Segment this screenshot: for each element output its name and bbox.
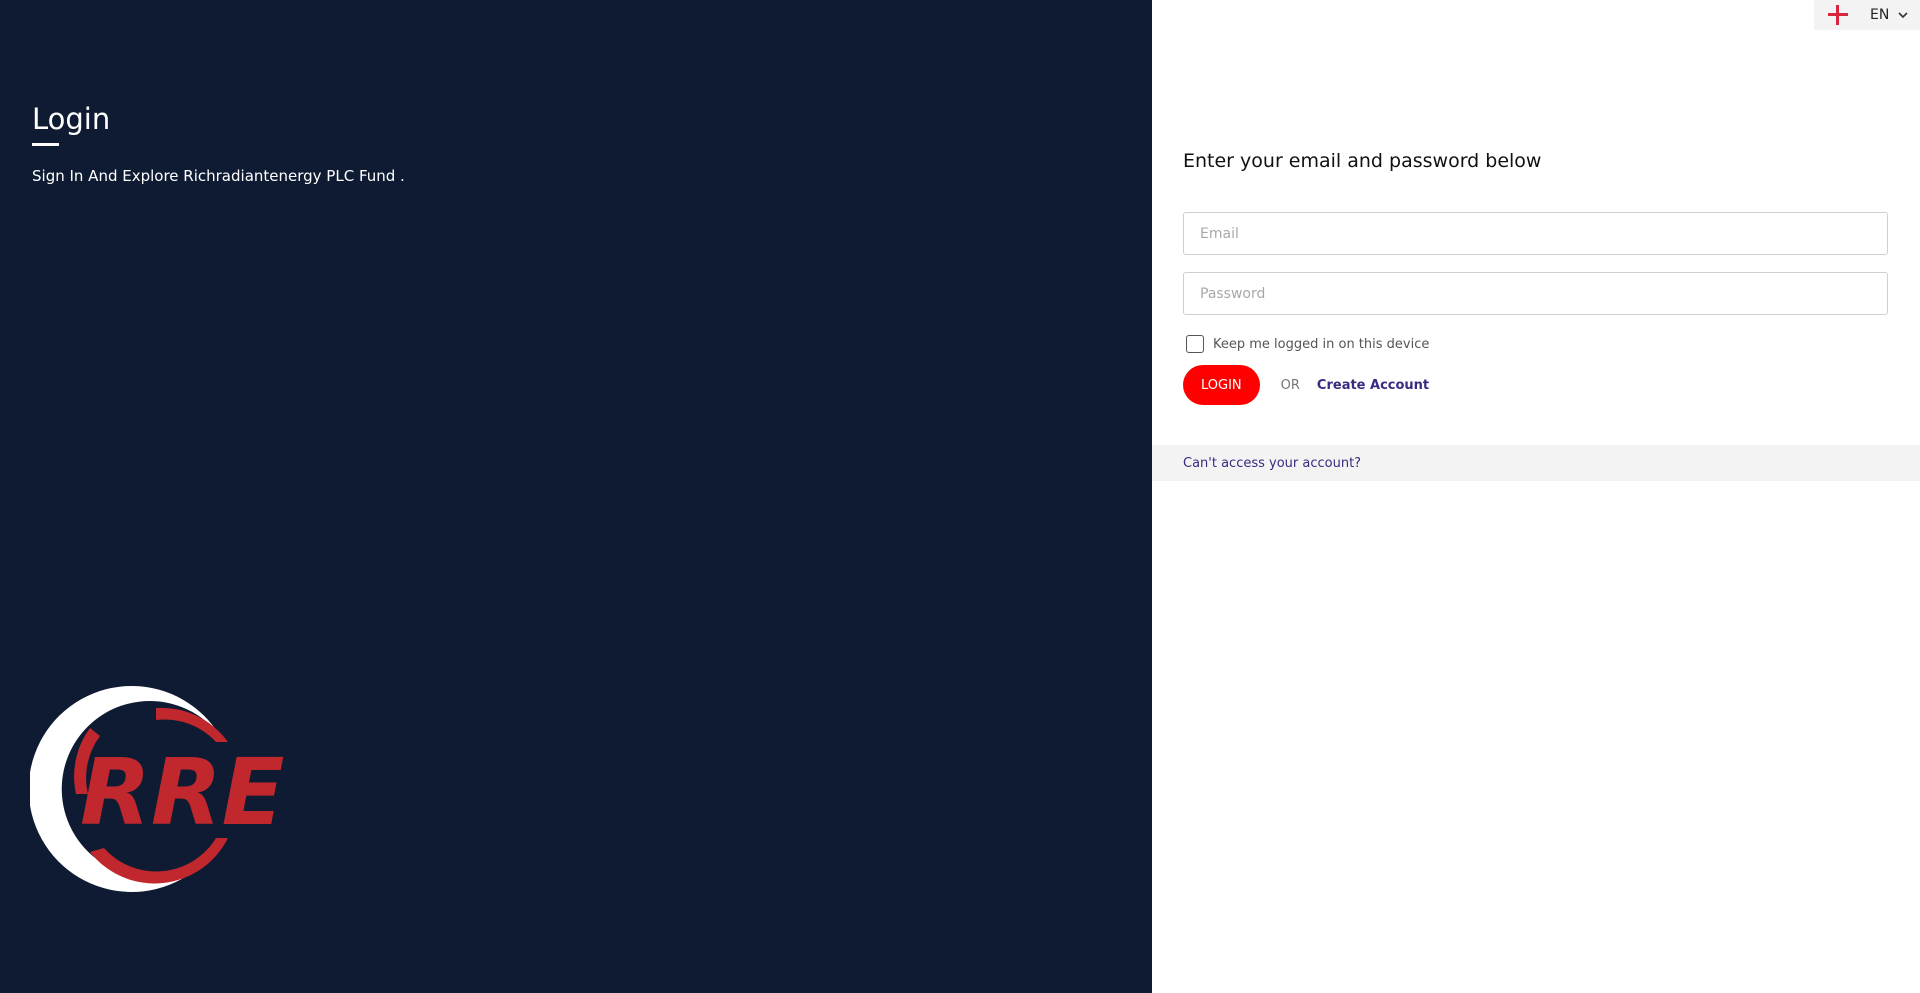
login-button[interactable]: LOGIN — [1183, 365, 1260, 405]
or-separator: OR — [1280, 377, 1300, 393]
company-logo: RRE — [30, 685, 285, 892]
page-subtitle: Sign In And Explore Richradiantenergy PL… — [32, 167, 405, 185]
england-flag-icon — [1828, 5, 1848, 25]
left-panel: Login Sign In And Explore Richradiantene… — [0, 0, 1152, 993]
logo-letters: RRE — [80, 739, 285, 846]
remember-me-checkbox[interactable] — [1186, 335, 1204, 353]
right-panel: EN Enter your email and password below K… — [1152, 0, 1920, 993]
account-help-bar: Can't access your account? — [1152, 445, 1920, 481]
page-title: Login — [32, 102, 111, 136]
email-field[interactable] — [1183, 212, 1888, 255]
form-actions: LOGIN OR Create Account — [1183, 365, 1429, 405]
password-field[interactable] — [1183, 272, 1888, 315]
chevron-down-icon — [1898, 12, 1908, 19]
cant-access-account-link[interactable]: Can't access your account? — [1183, 456, 1361, 471]
remember-me-row: Keep me logged in on this device — [1186, 335, 1429, 353]
remember-me-label[interactable]: Keep me logged in on this device — [1213, 337, 1429, 352]
language-label: EN — [1870, 7, 1890, 23]
title-underline — [32, 143, 59, 146]
create-account-link[interactable]: Create Account — [1317, 378, 1429, 393]
form-heading: Enter your email and password below — [1183, 150, 1542, 172]
language-switcher[interactable]: EN — [1814, 0, 1920, 30]
